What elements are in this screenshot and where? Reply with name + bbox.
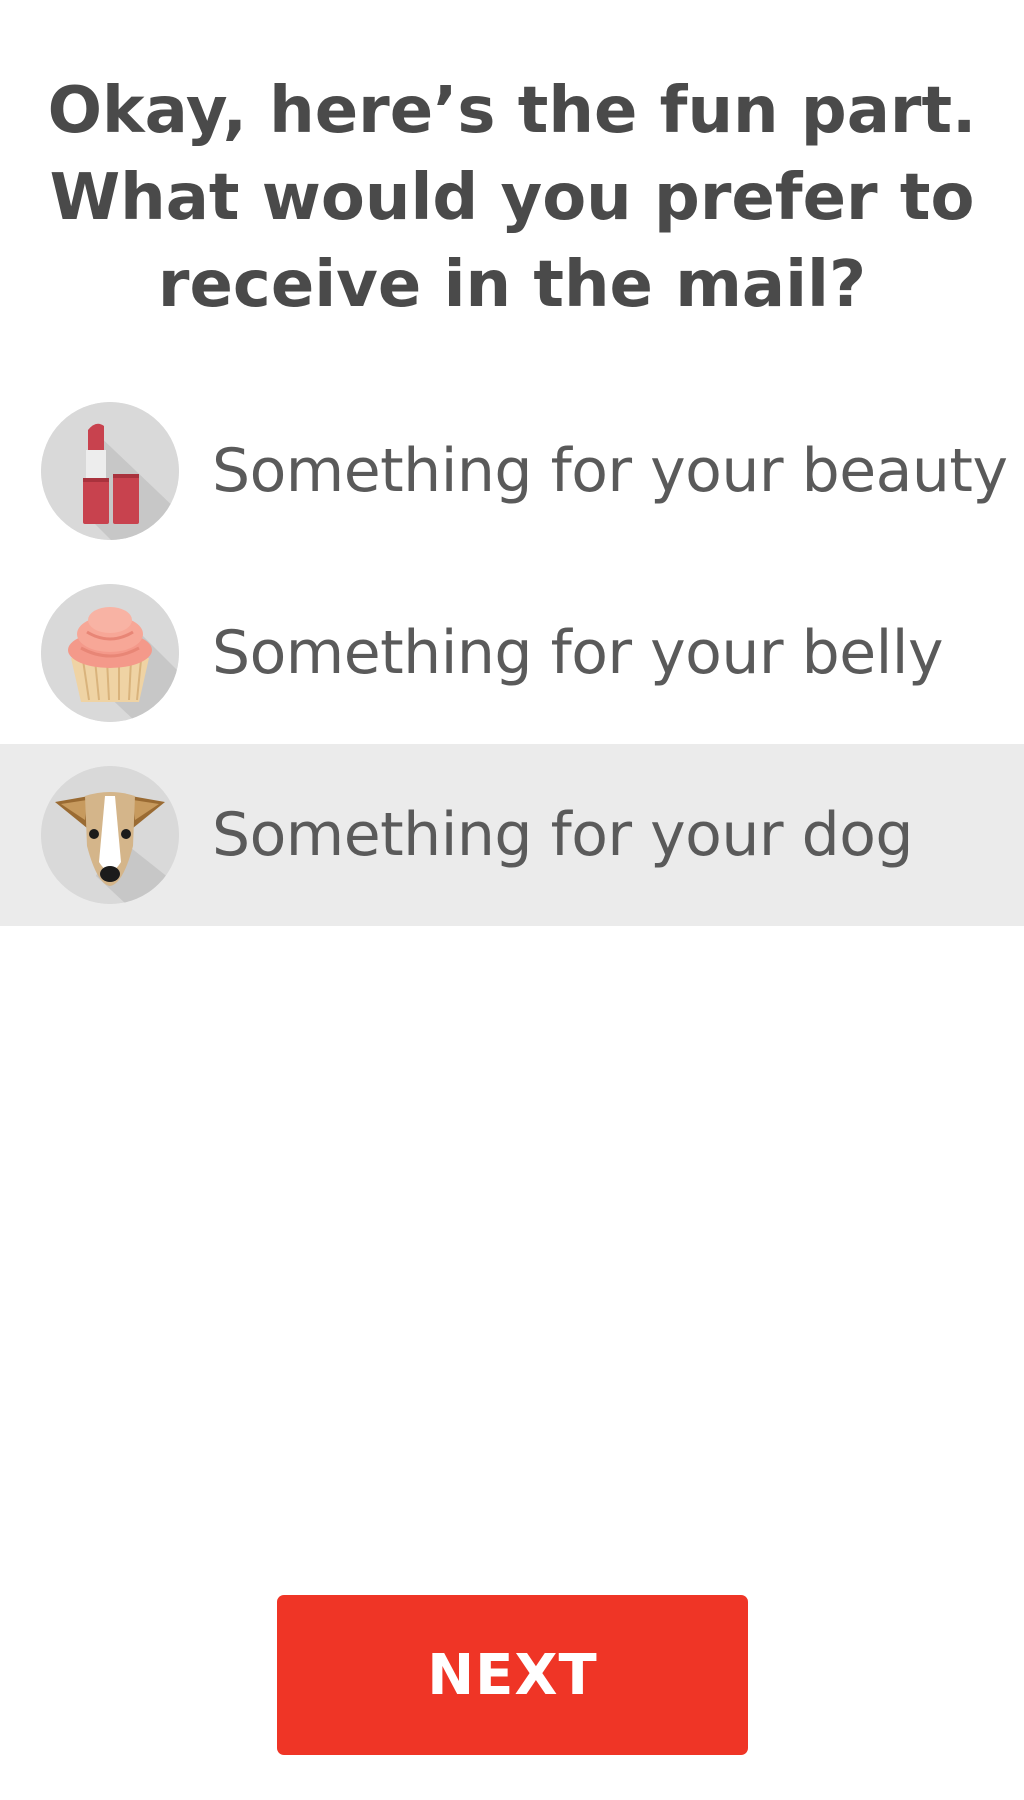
option-label: Something for your belly: [212, 618, 943, 688]
dog-icon: [41, 766, 179, 904]
question-line-2: What would you prefer to: [49, 161, 975, 235]
option-dog[interactable]: Something for your dog: [0, 744, 1024, 926]
lipstick-icon: [41, 402, 179, 540]
next-button[interactable]: NEXT: [277, 1595, 748, 1755]
question-title: Okay, here’s the fun part. What would yo…: [40, 68, 984, 329]
option-beauty[interactable]: Something for your beauty: [0, 380, 1024, 562]
option-list: Something for your beauty Something for …: [0, 380, 1024, 926]
cupcake-icon: [41, 584, 179, 722]
survey-screen: Okay, here’s the fun part. What would yo…: [0, 0, 1024, 1800]
question-line-1: Okay, here’s the fun part.: [47, 74, 977, 148]
option-label: Something for your dog: [212, 800, 914, 870]
option-label: Something for your beauty: [212, 436, 1008, 506]
option-belly[interactable]: Something for your belly: [0, 562, 1024, 744]
question-line-3: receive in the mail?: [157, 248, 867, 322]
